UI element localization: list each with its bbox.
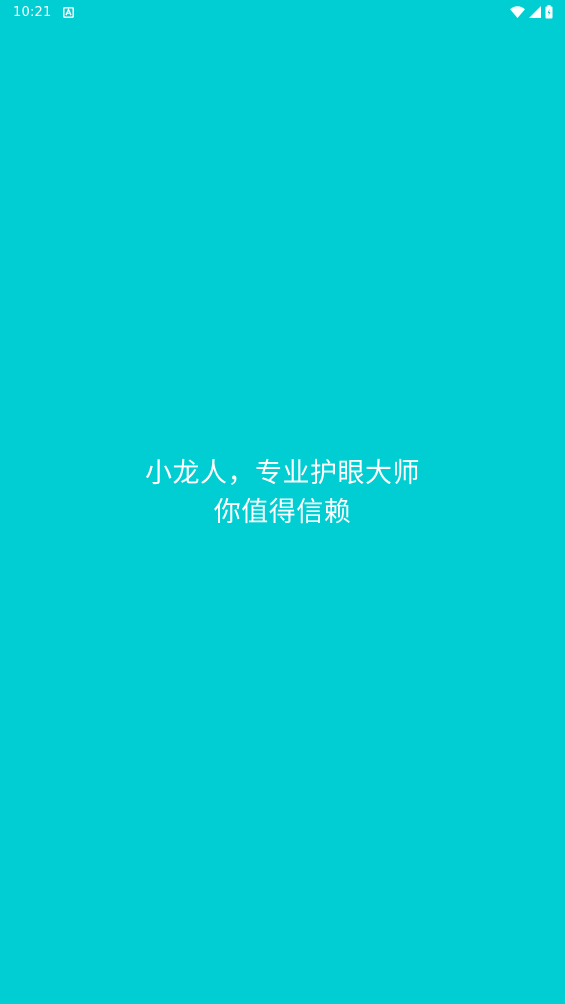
slogan-line-1: 小龙人，专业护眼大师 [145, 458, 420, 489]
android-auto-icon [63, 6, 75, 18]
status-time: 10:21 [13, 4, 52, 20]
signal-icon [529, 6, 541, 18]
wifi-icon [510, 6, 525, 18]
status-bar-right [510, 5, 553, 19]
slogan-line-2: 你值得信赖 [213, 497, 352, 528]
splash-slogan: 小龙人，专业护眼大师 你值得信赖 [0, 454, 565, 532]
battery-icon [545, 5, 553, 19]
status-bar-left: 10:21 [13, 4, 75, 20]
status-bar: 10:21 [0, 0, 565, 24]
